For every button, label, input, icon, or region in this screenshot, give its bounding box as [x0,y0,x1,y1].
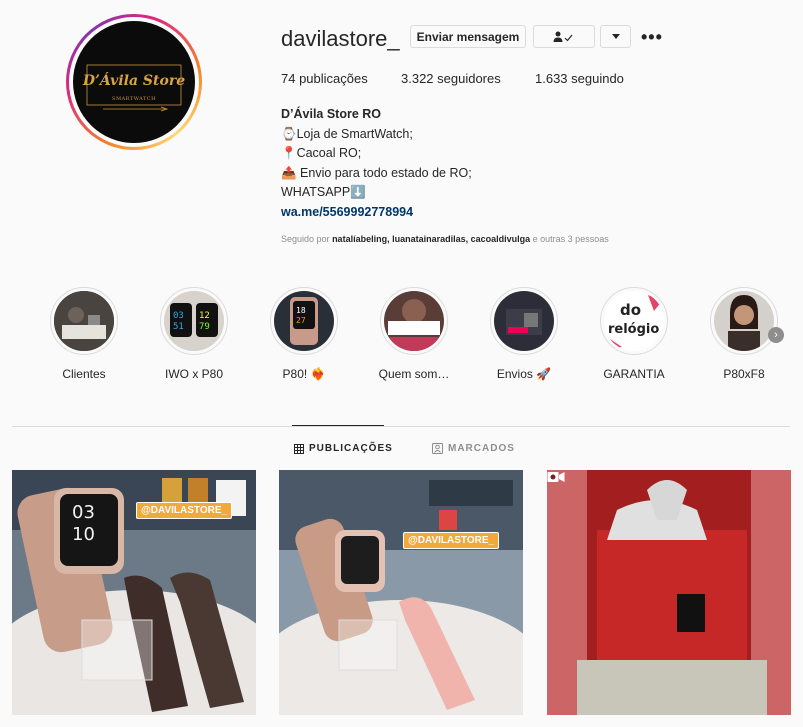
highlights-next-button[interactable]: › [768,327,784,343]
highlight-thumbnail [714,291,774,351]
post-image [279,470,523,715]
highlight-ring [380,287,448,355]
highlight-thumbnail [54,291,114,351]
svg-text:51: 51 [173,322,184,332]
svg-text:10: 10 [72,524,95,545]
tabs-divider [12,426,790,427]
highlight-thumbnail: 03 51 12 79 [164,291,224,351]
tab-tagged[interactable]: MARCADOS [432,443,515,454]
svg-text:12: 12 [199,311,210,321]
highlight-label: GARANTIA [603,367,665,381]
svg-text:79: 79 [199,322,210,332]
followed-by-names[interactable]: natalíabeling, luanatainaradilas, cacoal… [332,234,530,244]
svg-text:03: 03 [72,502,95,523]
highlight-label: Envios 🚀 [496,367,552,381]
svg-text:relógio: relógio [608,322,659,337]
bio-link[interactable]: wa.me/5569992778994 [281,203,701,223]
followed-by-prefix: Seguido por [281,234,330,244]
highlight-label: Quem som… [378,367,450,381]
bio-line: 📤 Envio para todo estado de RO; [281,165,472,180]
highlight-label: P80xF8 [723,367,765,381]
highlight-item[interactable]: 03 51 12 79 IWO x P80 [144,287,244,381]
highlight-ring: do relógio [600,287,668,355]
tab-posts-label: PUBLICAÇÕES [309,443,393,454]
highlight-item[interactable]: Envios 🚀 [474,287,574,381]
svg-text:03: 03 [173,311,184,321]
highlight-item[interactable]: do relógio GARANTIA [584,287,684,381]
dropdown-button[interactable] [600,25,631,48]
svg-text:do: do [620,301,641,319]
highlight-ring [710,287,778,355]
profile-avatar-ring[interactable]: D’Ávila Store SMARTWATCH [66,14,202,150]
video-icon [547,472,565,482]
tab-tagged-label: MARCADOS [448,443,515,454]
following-count[interactable]: 1.633 seguindo [535,71,624,86]
more-options-icon[interactable]: ••• [641,27,663,48]
highlight-ring: 03 51 12 79 [160,287,228,355]
posts-count: 74 publicações [281,71,368,86]
highlight-label: IWO x P80 [164,367,223,381]
send-message-button[interactable]: Enviar mensagem [410,25,526,48]
post-tag-label: @DAVILASTORE_ [136,502,233,519]
bio-line: WHATSAPP⬇️ [281,185,366,199]
profile-bio: D’Ávila Store RO ⌚Loja de SmartWatch; 📍C… [281,105,701,222]
bio-line: 📍Cacoal RO; [281,146,362,160]
post-thumbnail[interactable]: @DAVILASTORE_ [279,470,523,715]
profile-username: davilastore_ [281,26,400,51]
highlight-thumbnail [494,291,554,351]
svg-text:18: 18 [296,306,306,315]
highlight-thumbnail: do relógio [604,291,664,351]
following-button[interactable] [533,25,595,48]
post-thumbnail[interactable]: 03 10 @DAVILASTORE_ [12,470,256,715]
post-tag-label: @DAVILASTORE_ [403,532,500,549]
highlight-thumbnail [384,291,444,351]
highlight-item[interactable]: Quem som… [364,287,464,381]
followed-by-suffix: e outras 3 pessoas [532,234,609,244]
post-thumbnail[interactable] [547,470,791,715]
avatar[interactable]: D’Ávila Store SMARTWATCH [73,21,195,143]
followed-by-text[interactable]: Seguido por natalíabeling, luanatainarad… [281,234,609,244]
bio-line: ⌚Loja de SmartWatch; [281,126,413,141]
avatar-logo-subtitle: SMARTWATCH [112,96,156,102]
highlight-ring: 18 27 [270,287,338,355]
person-check-icon [553,31,573,42]
chevron-down-icon [611,34,620,39]
highlight-ring [50,287,118,355]
highlight-label: Clientes [62,367,106,381]
avatar-logo-title: D’Ávila Store [82,73,186,89]
profile-full-name: D’Ávila Store RO [281,107,382,121]
followers-count[interactable]: 3.322 seguidores [401,71,501,86]
highlight-thumbnail: 18 27 [274,291,334,351]
post-image [547,470,791,715]
svg-text:27: 27 [296,316,306,325]
grid-icon [294,443,304,454]
highlight-label: P80! ❤️‍🔥 [282,367,326,381]
tab-posts[interactable]: PUBLICAÇÕES [294,443,393,454]
tagged-person-icon [432,443,443,454]
highlight-item[interactable]: Clientes [34,287,134,381]
highlight-item[interactable]: 18 27 P80! ❤️‍🔥 [254,287,354,381]
highlight-ring [490,287,558,355]
active-tab-indicator [292,425,384,426]
